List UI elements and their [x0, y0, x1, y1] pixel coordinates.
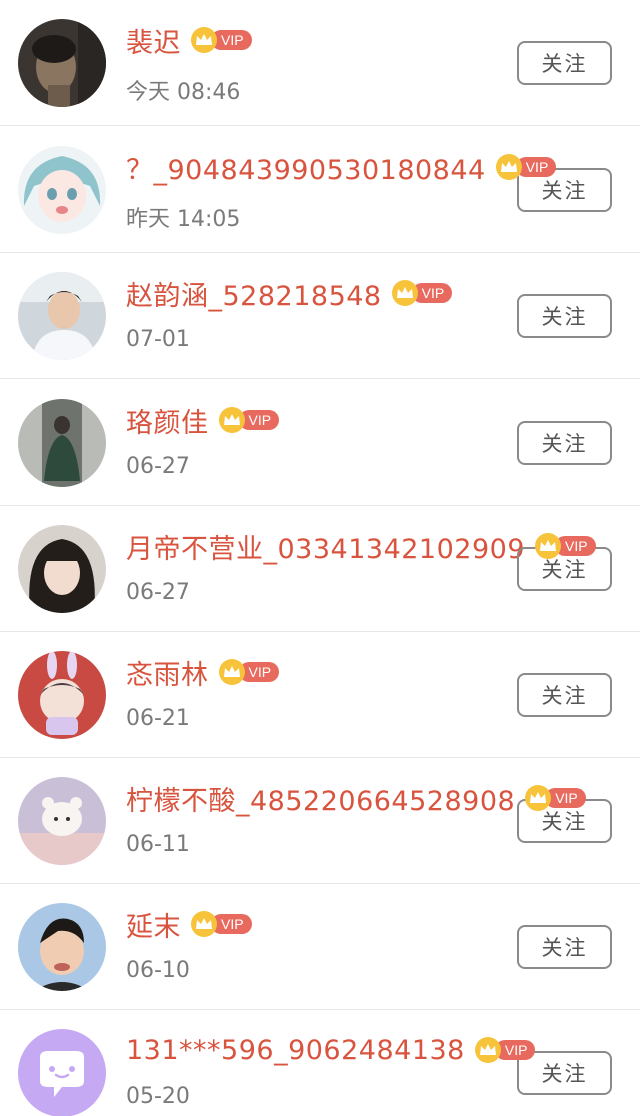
list-item[interactable]: 131***596_9062484138 VIP 05-20 关注 [0, 1010, 640, 1116]
follow-button[interactable]: 关注 [517, 673, 612, 717]
user-name[interactable]: 柠檬不酸_485220664528908 [126, 779, 515, 818]
list-item[interactable]: 月帝不营业_03341342102909 VIP 06-27 关注 [0, 506, 640, 632]
vip-badge: VIP [525, 785, 586, 811]
crown-icon [191, 911, 217, 937]
follow-time: 今天 08:46 [126, 80, 241, 105]
follower-list: 裴迟 VIP 今天 08:46 关注 ？_904843990530180844 [0, 0, 640, 1116]
follow-button[interactable]: 关注 [517, 294, 612, 338]
list-item[interactable]: ？_904843990530180844 VIP 昨天 14:05 关注 [0, 127, 640, 253]
vip-badge: VIP [218, 659, 280, 685]
avatar[interactable] [18, 1029, 106, 1116]
follow-button[interactable]: 关注 [517, 925, 612, 969]
avatar[interactable] [18, 272, 106, 360]
follow-button[interactable]: 关注 [517, 421, 612, 465]
vip-badge: VIP [391, 280, 453, 306]
crown-icon [525, 785, 552, 811]
crown-icon [191, 27, 217, 53]
avatar[interactable] [18, 651, 106, 739]
user-name[interactable]: 月帝不营业_03341342102909 [126, 527, 525, 566]
crown-icon [535, 533, 561, 559]
list-item[interactable]: 裴迟 VIP 今天 08:46 关注 [0, 0, 640, 126]
follow-time: 06-10 [126, 958, 190, 983]
crown-icon [218, 659, 245, 685]
follow-time: 昨天 14:05 [126, 207, 241, 232]
avatar[interactable] [18, 399, 106, 487]
user-name[interactable]: ？_904843990530180844 [126, 148, 486, 187]
list-item[interactable]: 延末 VIP 06-10 关注 [0, 884, 640, 1010]
crown-icon [391, 280, 418, 306]
crown-icon [474, 1037, 501, 1063]
avatar[interactable] [18, 19, 106, 107]
chat-bubble-icon [18, 1029, 106, 1116]
avatar[interactable] [18, 525, 106, 613]
vip-badge: VIP [474, 1037, 536, 1063]
follow-time: 06-27 [126, 454, 190, 479]
list-item[interactable]: 珞颜佳 VIP 06-27 关注 [0, 380, 640, 506]
vip-badge: VIP [218, 407, 280, 433]
user-name[interactable]: 裴迟 [126, 21, 181, 60]
list-item[interactable]: 赵韵涵_528218548 VIP 07-01 关注 [0, 253, 640, 379]
user-name[interactable]: 赵韵涵_528218548 [126, 274, 382, 313]
user-name[interactable]: 珞颜佳 [126, 401, 209, 440]
avatar[interactable] [18, 777, 106, 865]
vip-badge: VIP [191, 911, 252, 937]
user-name[interactable]: 131***596_9062484138 [126, 1035, 465, 1066]
follow-time: 05-20 [126, 1084, 190, 1109]
avatar[interactable] [18, 903, 106, 991]
list-item[interactable]: 忞雨林 VIP 06-21 关注 [0, 632, 640, 758]
follow-time: 06-21 [126, 706, 190, 731]
avatar[interactable] [18, 146, 106, 234]
crown-icon [495, 154, 522, 180]
crown-icon [218, 407, 245, 433]
follow-button[interactable]: 关注 [517, 41, 612, 85]
follow-time: 07-01 [126, 327, 190, 352]
vip-badge: VIP [495, 154, 557, 180]
user-name[interactable]: 忞雨林 [126, 653, 209, 692]
follow-time: 06-11 [126, 832, 190, 857]
list-item[interactable]: 柠檬不酸_485220664528908 VIP 06-11 关注 [0, 758, 640, 884]
vip-badge: VIP [191, 27, 252, 53]
user-name[interactable]: 延末 [126, 905, 181, 944]
follow-time: 06-27 [126, 580, 190, 605]
vip-badge: VIP [535, 533, 596, 559]
